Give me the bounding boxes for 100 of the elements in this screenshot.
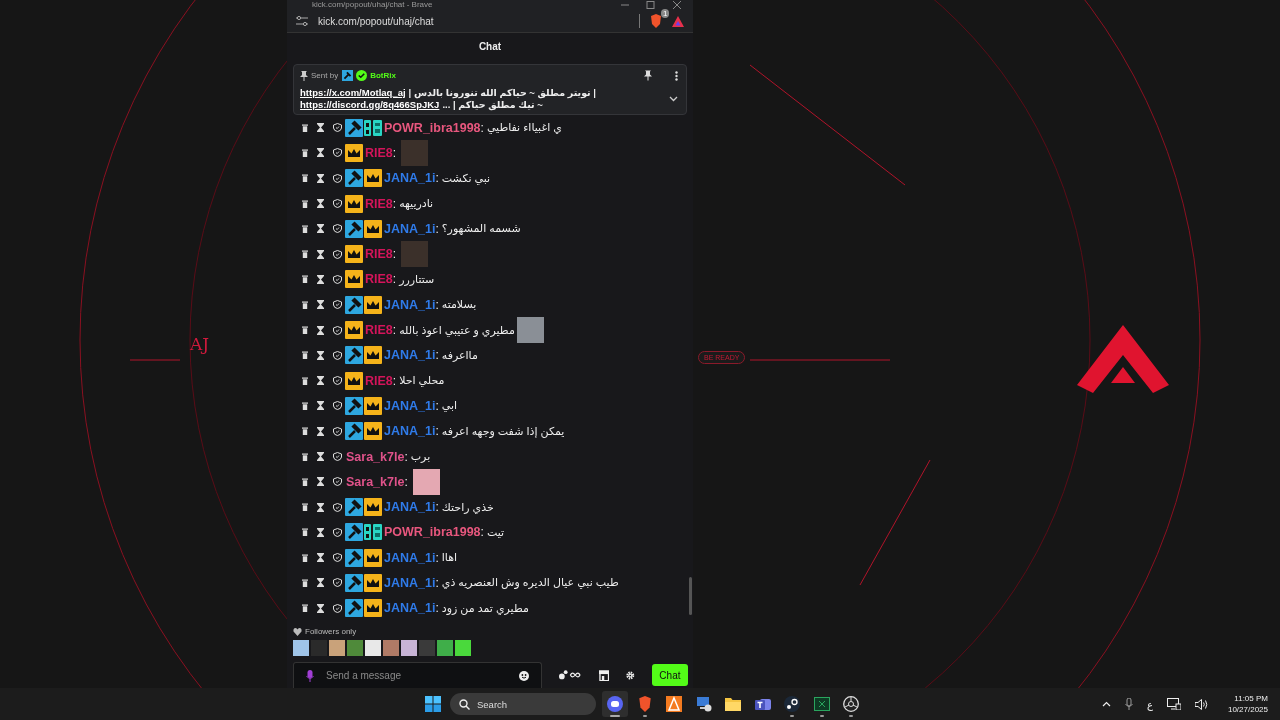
trash-icon[interactable] <box>302 300 308 309</box>
clock-date[interactable]: 10/27/2025 <box>1227 704 1268 715</box>
hourglass-icon[interactable] <box>317 603 324 613</box>
shield-icon[interactable] <box>333 123 342 133</box>
username[interactable]: RIE8 <box>365 145 393 160</box>
shield-icon[interactable] <box>333 249 342 259</box>
trash-icon[interactable] <box>302 326 308 334</box>
hourglass-icon[interactable] <box>317 578 324 588</box>
username[interactable]: POWR_ibra1998 <box>384 525 481 540</box>
hourglass-icon[interactable] <box>317 274 324 284</box>
hourglass-icon[interactable] <box>317 527 324 537</box>
username[interactable]: RIE8 <box>365 247 393 262</box>
trash-icon[interactable] <box>302 427 308 436</box>
shield-icon[interactable] <box>333 452 342 461</box>
hourglass-icon[interactable] <box>317 401 324 411</box>
settings-icon[interactable] <box>626 670 635 680</box>
username[interactable]: RIE8 <box>365 272 393 287</box>
trash-icon[interactable] <box>302 199 308 208</box>
hourglass-icon[interactable] <box>317 123 324 133</box>
hourglass-icon[interactable] <box>317 426 324 436</box>
trash-icon[interactable] <box>302 401 308 410</box>
chevron-down-icon[interactable] <box>669 96 678 102</box>
window-controls-icon[interactable] <box>621 1 681 9</box>
taskbar-app[interactable] <box>602 691 628 717</box>
hourglass-icon[interactable] <box>317 249 324 259</box>
clock-time[interactable]: 11:05 PM <box>1234 693 1268 704</box>
shield-icon[interactable] <box>333 300 342 310</box>
trash-icon[interactable] <box>302 477 308 486</box>
trash-icon[interactable] <box>302 148 308 157</box>
chat-send-button[interactable]: Chat <box>651 664 688 686</box>
lion-shield-icon[interactable] <box>650 14 662 28</box>
hourglass-icon[interactable] <box>317 148 324 158</box>
hourglass-icon[interactable] <box>317 477 324 487</box>
shield-icon[interactable] <box>333 527 342 537</box>
triangle-icon[interactable] <box>672 15 684 27</box>
hourglass-icon[interactable] <box>317 376 324 386</box>
trash-icon[interactable] <box>302 604 308 613</box>
trash-icon[interactable] <box>302 351 308 360</box>
username[interactable]: RIE8 <box>365 323 393 337</box>
shield-icon[interactable] <box>333 199 342 209</box>
search-box[interactable]: Search <box>450 693 596 715</box>
microphone-icon[interactable] <box>306 669 314 682</box>
shield-icon[interactable] <box>333 426 342 436</box>
trash-icon[interactable] <box>302 250 308 259</box>
link[interactable]: https://x.com/Motlaq_aj <box>300 87 406 98</box>
trash-icon[interactable] <box>302 452 308 461</box>
shield-icon[interactable] <box>333 401 342 411</box>
kicks-icon[interactable] <box>558 670 582 680</box>
shield-icon[interactable] <box>333 578 342 588</box>
shield-icon[interactable] <box>333 376 342 386</box>
address-bar[interactable]: kick.com/popout/uhaj/chat <box>318 15 629 27</box>
scrollbar[interactable] <box>689 577 692 615</box>
shield-icon[interactable] <box>333 173 342 183</box>
trash-icon[interactable] <box>302 275 308 284</box>
sender-name[interactable]: BotRix <box>370 71 396 80</box>
pin-icon[interactable] <box>644 70 652 81</box>
microphone-icon[interactable] <box>1125 698 1133 710</box>
more-options-icon[interactable] <box>675 70 678 81</box>
hourglass-icon[interactable] <box>317 199 324 209</box>
hourglass-icon[interactable] <box>317 350 324 360</box>
trash-icon[interactable] <box>302 528 308 537</box>
trash-icon[interactable] <box>302 376 308 385</box>
trash-icon[interactable] <box>302 224 308 233</box>
shield-icon[interactable] <box>333 477 342 487</box>
username[interactable]: RIE8 <box>365 196 393 211</box>
smiley-icon[interactable] <box>518 670 529 681</box>
hourglass-icon[interactable] <box>317 224 324 234</box>
hourglass-icon[interactable] <box>317 553 324 563</box>
hourglass-icon[interactable] <box>317 173 324 183</box>
trash-icon[interactable] <box>302 579 308 587</box>
link[interactable]: https://discord.gg/8q466SpJKJ <box>300 99 440 110</box>
search-field[interactable]: Search <box>477 698 577 710</box>
hourglass-icon[interactable] <box>317 325 324 335</box>
store-icon[interactable] <box>598 669 610 681</box>
message-input[interactable]: Send a message <box>326 670 507 681</box>
shield-icon[interactable] <box>333 224 342 234</box>
shield-icon[interactable] <box>333 350 342 360</box>
trash-icon[interactable] <box>302 174 308 183</box>
trash-icon[interactable] <box>302 503 308 512</box>
hourglass-icon[interactable] <box>317 452 324 461</box>
hourglass-icon[interactable] <box>317 300 324 310</box>
username[interactable]: POWR_ibra1998 <box>384 120 481 135</box>
shield-icon[interactable] <box>333 502 342 512</box>
shield-icon[interactable] <box>333 148 342 158</box>
chevron-up-icon[interactable] <box>1102 701 1111 707</box>
username[interactable]: RIE8 <box>365 373 393 388</box>
message-field[interactable]: Send a message <box>293 662 542 688</box>
hourglass-icon[interactable] <box>317 502 324 512</box>
trash-icon[interactable] <box>302 553 308 562</box>
site-settings-icon[interactable] <box>296 16 308 26</box>
trash-icon[interactable] <box>302 123 308 132</box>
speaker-icon[interactable] <box>1194 698 1208 710</box>
start-icon[interactable] <box>425 696 441 712</box>
network-icon[interactable] <box>1166 698 1181 710</box>
language-indicator[interactable]: ع <box>1147 698 1153 710</box>
shield-icon[interactable] <box>333 553 342 563</box>
shield-icon[interactable] <box>333 325 342 335</box>
shield-icon[interactable] <box>333 603 342 613</box>
shield-icon[interactable] <box>333 274 342 284</box>
gavel-badge-icon <box>345 574 363 592</box>
